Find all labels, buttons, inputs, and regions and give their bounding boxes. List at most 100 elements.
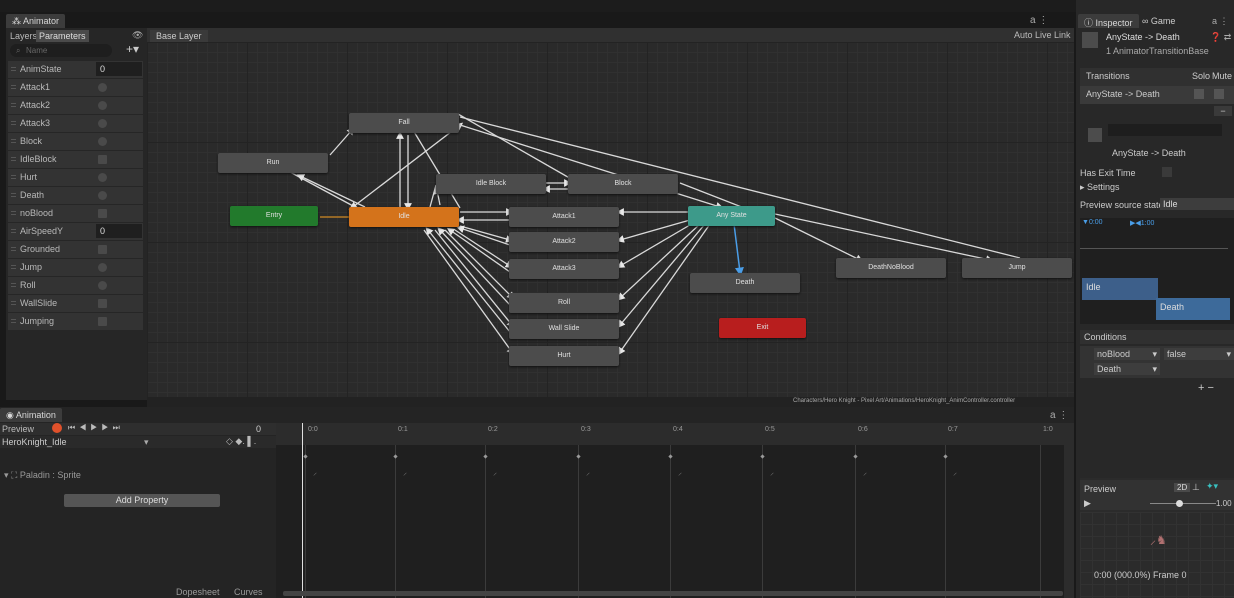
sprite-key-thumbnail[interactable]: ⸝ [863, 467, 867, 478]
has-exit-time-checkbox[interactable] [1162, 167, 1172, 177]
settings-foldout[interactable]: ▸ Settings [1080, 182, 1120, 193]
mute-label: Mute [1212, 71, 1233, 81]
state-fall[interactable]: Fall [349, 113, 459, 133]
inspector-tab-label: Inspector [1095, 18, 1133, 28]
add-property-button[interactable]: Add Property [64, 494, 220, 507]
transition-icon [1082, 32, 1098, 48]
timeline-gridline [762, 445, 763, 598]
timeline-start-marker[interactable]: ▼0:00 [1082, 219, 1103, 226]
tab-animation[interactable]: ◉ Animation [0, 408, 62, 422]
timeline-tick-label: 0:2 [488, 426, 498, 433]
sprite-key-thumbnail[interactable]: ⸝ [403, 467, 407, 478]
state-death-no-blood[interactable]: DeathNoBlood [836, 258, 946, 278]
chevron-down-icon[interactable]: ▾ [144, 437, 149, 448]
condition-param-dropdown[interactable]: noBlood ▾ [1094, 348, 1160, 360]
condition-add-remove[interactable]: + − [1198, 382, 1214, 394]
sprite-icon: ⛶ [11, 470, 18, 480]
2d-toggle[interactable]: 2D [1174, 483, 1191, 492]
sprite-key-thumbnail[interactable]: ⸝ [493, 467, 497, 478]
solo-checkbox[interactable] [1194, 89, 1204, 99]
timeline-tick-label: 0:3 [581, 426, 591, 433]
timeline-end-marker[interactable]: ▶◀1:00 [1130, 219, 1154, 227]
state-jump[interactable]: Jump [962, 258, 1072, 278]
clip-selector[interactable]: HeroKnight_Idle [2, 437, 67, 447]
timeline-tick-label: 1:0 [1043, 426, 1053, 433]
state-exit[interactable]: Exit [719, 318, 806, 338]
gamepad-icon: ∞ [1142, 16, 1151, 26]
frame-field[interactable]: 0 [256, 424, 261, 434]
tab-game[interactable]: ∞ Game [1142, 16, 1175, 26]
tab-dopesheet[interactable]: Dopesheet [176, 587, 220, 597]
transition-name-label: AnyState -> Death [1112, 148, 1186, 158]
inspector-lock-icon[interactable]: a ⋮ [1212, 16, 1229, 27]
state-entry[interactable]: Entry [230, 206, 318, 226]
inspector-title: AnyState -> Death [1106, 32, 1180, 42]
preview-source-label: Preview source state [1080, 200, 1164, 210]
chevron-down-icon: ▾ [1226, 349, 1231, 359]
game-tab-label: Game [1150, 16, 1176, 26]
tab-inspector[interactable]: ⓘ Inspector [1078, 14, 1139, 28]
state-attack2[interactable]: Attack2 [509, 232, 619, 252]
speed-value: 1.00 [1216, 499, 1232, 508]
record-button[interactable] [52, 423, 62, 433]
sprite-key-thumbnail[interactable]: ⸝ [586, 467, 590, 478]
solo-label: Solo [1192, 71, 1211, 81]
condition-param2-label: Death [1097, 364, 1122, 374]
preview-viewport[interactable] [1080, 512, 1234, 598]
state-run[interactable]: Run [218, 153, 328, 173]
chevron-down-icon: ▾ [1152, 349, 1157, 359]
tab-curves[interactable]: Curves [234, 587, 263, 597]
timeline-gridline [395, 445, 396, 598]
preview-toggle[interactable]: Preview [2, 424, 34, 434]
mute-checkbox[interactable] [1214, 89, 1224, 99]
playhead[interactable] [302, 423, 303, 598]
playback-controls[interactable]: ⏮◀▶▶⏭ [68, 423, 124, 433]
state-wall-slide[interactable]: Wall Slide [509, 319, 619, 339]
state-attack1[interactable]: Attack1 [509, 207, 619, 227]
avatar-icon[interactable]: ✦▾ [1206, 481, 1218, 492]
speed-slider-thumb[interactable] [1176, 500, 1183, 507]
sprite-key-thumbnail[interactable]: ⸝ [953, 467, 957, 478]
preview-label: Preview [1084, 484, 1117, 494]
track-paladin-sprite[interactable]: ▾ ⛶ Paladin : Sprite [4, 470, 81, 481]
timeline-gridline [855, 445, 856, 598]
horizontal-scrollbar[interactable] [283, 591, 1063, 596]
death-bar[interactable]: Death [1156, 298, 1230, 320]
idle-bar[interactable]: Idle [1082, 278, 1158, 300]
state-any-state[interactable]: Any State [688, 206, 775, 226]
timeline-tick-label: 0:5 [765, 426, 775, 433]
timeline-scrollbar[interactable] [1064, 423, 1074, 598]
state-death[interactable]: Death [690, 273, 800, 293]
timeline-label-start: 0:00 [1088, 219, 1103, 226]
state-attack3[interactable]: Attack3 [509, 259, 619, 279]
sprite-key-thumbnail[interactable]: ⸝ [313, 467, 317, 478]
preview-time-readout: 0:00 (000.0%) Frame 0 [1094, 570, 1187, 580]
state-hurt[interactable]: Hurt [509, 346, 619, 366]
animation-menu-icon[interactable]: a ⋮ [1050, 410, 1068, 421]
state-roll[interactable]: Roll [509, 293, 619, 313]
pivot-icon[interactable]: ⊥ [1192, 482, 1200, 493]
timeline-tick-label: 0:4 [673, 426, 683, 433]
keyframe-buttons[interactable]: ◇ ◆. ▌. [226, 436, 256, 447]
help-icon[interactable]: ❓ ⇄ [1210, 32, 1231, 43]
timeline-tick-label: 0:0 [308, 426, 318, 433]
timeline-baseline [1080, 248, 1228, 249]
sprite-key-thumbnail[interactable]: ⸝ [678, 467, 682, 478]
state-block[interactable]: Block [568, 174, 678, 194]
transition-name-field[interactable] [1108, 124, 1222, 136]
preview-source-dropdown[interactable]: Idle [1160, 198, 1234, 210]
condition-value-dropdown[interactable]: false ▾ [1164, 348, 1234, 360]
state-idle-block[interactable]: Idle Block [436, 174, 546, 194]
condition-param-dropdown-2[interactable]: Death ▾ [1094, 363, 1160, 375]
timeline-label-end: 1:00 [1140, 220, 1155, 227]
animation-tab-label: Animation [15, 410, 56, 420]
transition-icon-2 [1088, 128, 1102, 142]
speed-slider[interactable] [1150, 503, 1216, 504]
preview-play-button[interactable]: ▶ [1084, 498, 1091, 509]
remove-transition-button[interactable]: − [1214, 106, 1232, 116]
timeline-tick-label: 0:6 [858, 426, 868, 433]
sprite-key-thumbnail[interactable]: ⸝ [770, 467, 774, 478]
conditions-label: Conditions [1084, 332, 1127, 342]
state-idle[interactable]: Idle [349, 207, 459, 227]
condition-value-label: false [1167, 349, 1187, 359]
